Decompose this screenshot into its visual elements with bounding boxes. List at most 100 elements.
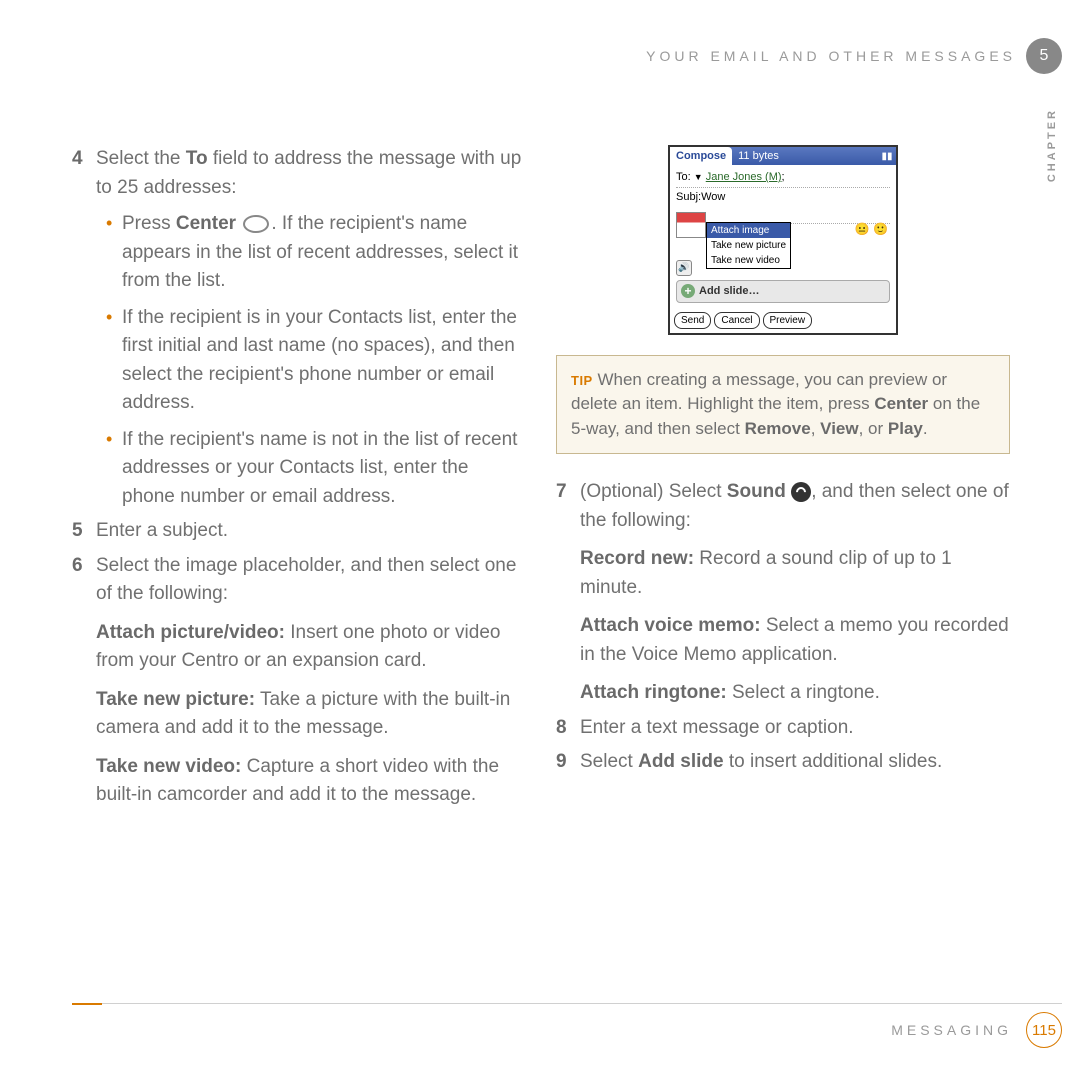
sound-attach-icon[interactable]: 🔊 — [676, 260, 692, 276]
compose-tab[interactable]: Compose — [670, 147, 732, 166]
menu-take-picture[interactable]: Take new picture — [707, 238, 790, 253]
text: , or — [859, 419, 888, 438]
option-take-video: Take new video: Capture a short video wi… — [96, 753, 526, 810]
add-slide-label: Add slide… — [699, 283, 760, 300]
screenshot-titlebar: Compose 11 bytes ▮▮ — [670, 147, 896, 165]
section-title: YOUR EMAIL AND OTHER MESSAGES — [646, 48, 1016, 64]
right-column: Compose 11 bytes ▮▮ To: ▼ Jane Jones (M)… — [556, 145, 1010, 810]
subject-field[interactable]: Subj:Wow — [676, 188, 890, 207]
center-key-icon — [243, 215, 269, 233]
bullet-icon: • — [106, 426, 122, 512]
text: If the recipient's name is not in the li… — [122, 426, 526, 512]
bullet-icon: • — [106, 304, 122, 418]
step-number: 4 — [72, 145, 96, 511]
attach-menu[interactable]: Attach image Take new picture Take new v… — [706, 222, 791, 269]
play-option: Play — [888, 419, 923, 438]
text: If the recipient is in your Contacts lis… — [122, 304, 526, 418]
option-take-picture: Take new picture: Take a picture with th… — [96, 686, 526, 743]
page-header: YOUR EMAIL AND OTHER MESSAGES 5 — [646, 38, 1062, 74]
text: , — [811, 419, 820, 438]
page-footer: MESSAGING 115 — [72, 1003, 1062, 1048]
text: (Optional) Select — [580, 481, 727, 502]
plus-icon: + — [681, 284, 695, 298]
option-label: Take new video: — [96, 756, 241, 777]
emoticon-icons[interactable]: 😐 🙂 — [855, 220, 888, 238]
tip-callout: TIP When creating a message, you can pre… — [556, 355, 1010, 455]
text: Select the image placeholder, and then s… — [96, 552, 526, 609]
image-placeholder-icon[interactable] — [676, 212, 706, 238]
page-number-badge: 115 — [1026, 1012, 1062, 1048]
step-number: 5 — [72, 517, 96, 546]
text: Enter a text message or caption. — [580, 714, 1010, 743]
footer-accent — [72, 1003, 102, 1005]
to-field-label: To — [186, 148, 208, 169]
text: Select the — [96, 148, 186, 169]
option-label: Take new picture: — [96, 689, 255, 710]
text: Enter a subject. — [96, 517, 526, 546]
screenshot-buttons: Send Cancel Preview — [670, 306, 896, 333]
sound-icon — [791, 482, 811, 502]
option-label: Attach ringtone: — [580, 682, 727, 703]
text: Select — [580, 751, 638, 772]
center-key-label: Center — [176, 213, 236, 234]
center-key-label: Center — [874, 394, 928, 413]
subj-prefix: Subj: — [676, 191, 701, 203]
text: to insert additional slides. — [724, 751, 943, 772]
step-5: 5 Enter a subject. — [72, 517, 526, 546]
footer-section-label: MESSAGING — [891, 1022, 1012, 1038]
preview-button[interactable]: Preview — [763, 312, 813, 329]
step-9: 9 Select Add slide to insert additional … — [556, 748, 1010, 777]
chapter-label: CHAPTER — [1046, 108, 1058, 182]
step-number: 8 — [556, 714, 580, 743]
step-4: 4 Select the To field to address the mes… — [72, 145, 526, 511]
option-label: Attach picture/video: — [96, 622, 285, 643]
step-number: 7 — [556, 478, 580, 708]
bullet-icon: • — [106, 210, 122, 296]
step-body: (Optional) Select Sound , and then selec… — [580, 478, 1010, 708]
option-ringtone: Attach ringtone: Select a ringtone. — [580, 679, 1010, 708]
sound-label: Sound — [727, 481, 786, 502]
step-8: 8 Enter a text message or caption. — [556, 714, 1010, 743]
step-body: Select the To field to address the messa… — [96, 145, 526, 511]
menu-take-video[interactable]: Take new video — [707, 253, 790, 268]
option-record-new: Record new: Record a sound clip of up to… — [580, 545, 1010, 602]
device-screenshot: Compose 11 bytes ▮▮ To: ▼ Jane Jones (M)… — [668, 145, 898, 335]
option-label: Attach voice memo: — [580, 615, 761, 636]
text: Select a ringtone. — [727, 682, 880, 703]
menu-attach-image[interactable]: Attach image — [707, 223, 790, 238]
bullet-item: • Press Center . If the recipient's name… — [106, 210, 526, 296]
text: . — [923, 419, 928, 438]
image-placeholder-area[interactable]: Attach image Take new picture Take new v… — [676, 212, 890, 238]
step-number: 6 — [72, 552, 96, 609]
step-6: 6 Select the image placeholder, and then… — [72, 552, 526, 609]
bytes-label: 11 bytes — [732, 148, 878, 165]
to-field[interactable]: To: ▼ Jane Jones (M); — [676, 168, 890, 188]
step-7: 7 (Optional) Select Sound , and then sel… — [556, 478, 1010, 708]
option-voice-memo: Attach voice memo: Select a memo you rec… — [580, 612, 1010, 669]
send-button[interactable]: Send — [674, 312, 711, 329]
step-body: Select Add slide to insert additional sl… — [580, 748, 1010, 777]
text: Press — [122, 213, 176, 234]
left-column: 4 Select the To field to address the mes… — [72, 145, 526, 810]
add-slide-button[interactable]: + Add slide… — [676, 280, 890, 303]
subj-value: Wow — [701, 191, 725, 203]
tip-label: TIP — [571, 373, 593, 388]
add-slide-label: Add slide — [638, 751, 724, 772]
content-area: 4 Select the To field to address the mes… — [72, 145, 1010, 810]
bullet-item: • If the recipient is in your Contacts l… — [106, 304, 526, 418]
step-number: 9 — [556, 748, 580, 777]
to-suffix: ; — [782, 171, 785, 183]
chapter-number-badge: 5 — [1026, 38, 1062, 74]
bullet-body: Press Center . If the recipient's name a… — [122, 210, 526, 296]
cancel-button[interactable]: Cancel — [714, 312, 759, 329]
to-prefix: To: — [676, 171, 691, 183]
signal-icon: ▮▮ — [878, 149, 896, 164]
option-label: Record new: — [580, 548, 694, 569]
bullet-item: • If the recipient's name is not in the … — [106, 426, 526, 512]
to-contact[interactable]: Jane Jones (M) — [706, 171, 782, 183]
remove-option: Remove — [745, 419, 811, 438]
screenshot-body: To: ▼ Jane Jones (M); Subj:Wow Attach im… — [670, 165, 896, 306]
view-option: View — [820, 419, 858, 438]
option-attach-picture: Attach picture/video: Insert one photo o… — [96, 619, 526, 676]
dropdown-icon[interactable]: ▼ — [694, 172, 703, 182]
